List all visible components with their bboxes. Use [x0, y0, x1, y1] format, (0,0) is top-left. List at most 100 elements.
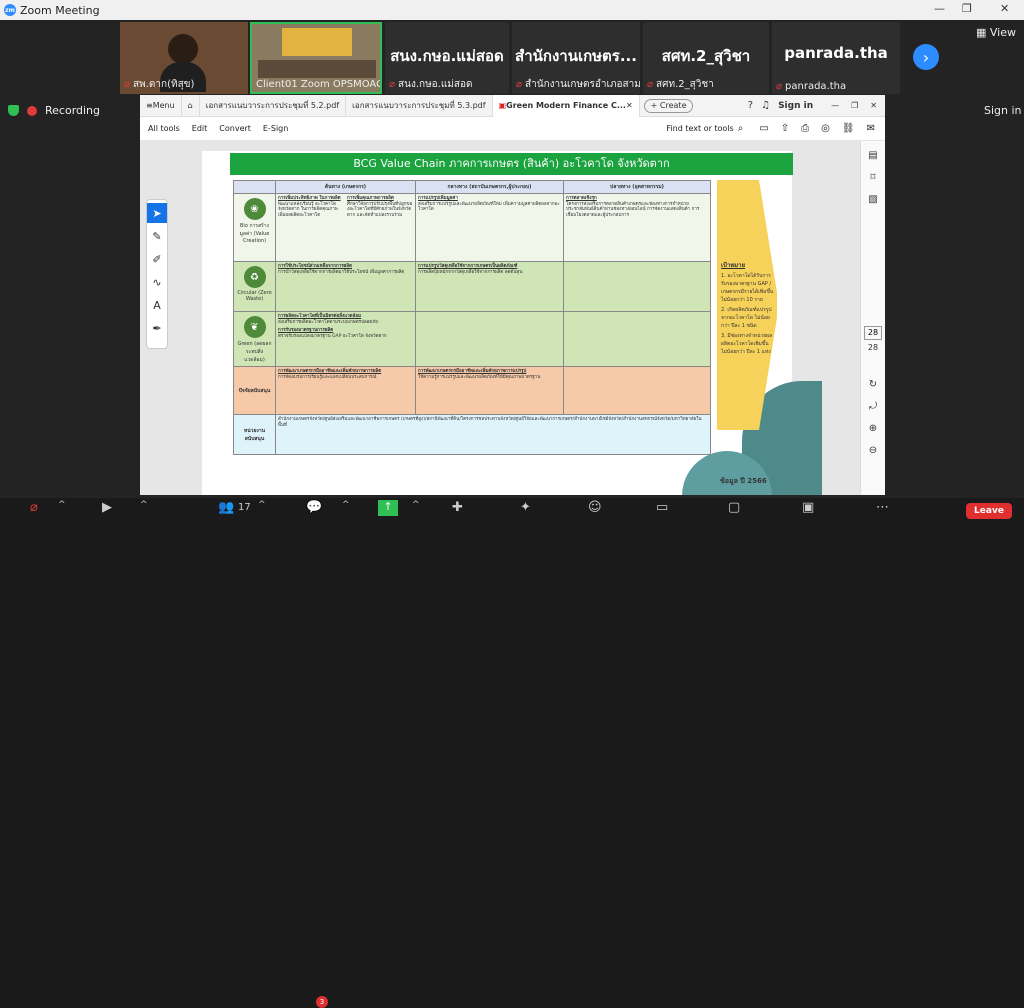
maximize-icon[interactable]: ❐ — [962, 2, 972, 15]
participant-tile-3[interactable]: สนง.กษอ.แม่สอด ⌀ สนง.กษอ.แม่สอด — [385, 22, 509, 94]
stamp-tool-icon[interactable]: ✒ — [147, 318, 167, 338]
page-number-input[interactable]: 28 — [864, 326, 882, 340]
window-restore-icon[interactable]: ❐ — [851, 101, 858, 110]
pdf-page: BCG Value Chain ภาคการเกษตร (สินค้า) อะโ… — [202, 151, 822, 495]
chat-icon[interactable]: 💬 — [306, 500, 322, 515]
ai-assistant-icon[interactable]: ◎ — [821, 123, 830, 134]
participant-name: Client01 Zoom OPSMOAC — [256, 79, 382, 90]
highlight-tool-icon[interactable]: ✐ — [147, 249, 167, 269]
help-icon[interactable]: ? — [748, 100, 753, 111]
quick-tools-bar: ➤ ✎ ✐ ∿ A ✒ — [146, 199, 168, 349]
text-tool-icon[interactable]: A — [147, 295, 167, 315]
find-tools-input[interactable]: Find text or tools — [666, 124, 733, 133]
chevron-up-icon[interactable]: ^ — [58, 500, 66, 510]
chevron-up-icon[interactable]: ^ — [412, 500, 420, 510]
row-label: หน่วยงานสนับสนุน — [233, 414, 276, 455]
bell-icon[interactable]: ♫ — [761, 100, 770, 111]
bcg-table: ต้นทาง (เกษตรกร) กลางทาง (สถาบันเกษตรกร,… — [233, 180, 711, 455]
leaf-icon: ❦ — [243, 316, 266, 338]
select-tool-icon[interactable]: ➤ — [147, 203, 167, 223]
shield-icon — [8, 105, 19, 116]
tab-doc-2[interactable]: เอกสารแนบวาระการประชุมที่ 5.3.pdf — [346, 94, 493, 117]
participants-icon[interactable]: 👥 — [218, 500, 234, 515]
row-label: ปัจจัยสนับสนุน — [233, 366, 276, 415]
participant-name: สนง.กษอ.แม่สอด — [398, 79, 473, 90]
header-downstream: ปลายทาง (อุตสาหกรรม) — [563, 180, 711, 194]
signin-button[interactable]: Sign in — [778, 101, 813, 111]
record-icon — [27, 105, 37, 116]
all-tools-button[interactable]: All tools — [148, 124, 180, 133]
edit-button[interactable]: Edit — [192, 124, 208, 133]
close-tab-icon[interactable]: ✕ — [626, 101, 633, 110]
next-participants-button[interactable]: › — [913, 44, 939, 70]
bookmark-icon[interactable]: ⌑ — [863, 169, 883, 185]
ai-companion-icon[interactable]: ✦ — [520, 500, 531, 515]
header-midstream: กลางทาง (สถาบันเกษตรกร,ผู้ประกอบ) — [415, 180, 564, 194]
participant-display-name: สำนักงานเกษตร... — [515, 47, 637, 65]
chevron-up-icon[interactable]: ^ — [140, 500, 148, 510]
rotate-icon[interactable]: ⤾ — [863, 398, 883, 414]
chevron-up-icon[interactable]: ^ — [342, 500, 350, 510]
participant-display-name: สนง.กษอ.แม่สอด — [390, 47, 504, 65]
participant-display-name: panrada.tha — [784, 44, 888, 62]
esign-button[interactable]: E-Sign — [263, 124, 288, 133]
notes-icon[interactable]: ▢ — [728, 500, 740, 515]
print-icon[interactable]: ⎙ — [801, 123, 809, 134]
zoom-out-icon[interactable]: ⊖ — [863, 442, 883, 458]
participant-display-name: สศท.2_สุวิชา — [661, 47, 751, 65]
draw-tool-icon[interactable]: ∿ — [147, 272, 167, 292]
comment-tool-icon[interactable]: ✎ — [147, 226, 167, 246]
chevron-up-icon[interactable]: ^ — [258, 500, 266, 510]
reactions-icon[interactable]: ☺ — [588, 500, 602, 515]
comments-icon[interactable]: ▤ — [863, 147, 883, 163]
tab-doc-1[interactable]: เอกสารแนบวาระการประชุมที่ 5.2.pdf — [200, 94, 347, 117]
mic-muted-icon[interactable]: ⌀ — [30, 500, 38, 515]
create-button[interactable]: + Create — [643, 98, 694, 113]
share-screen-icon[interactable]: ↑ — [378, 500, 398, 516]
search-icon[interactable]: ⌕ — [738, 123, 744, 134]
right-panel: ▤ ⌑ ▧ 28 28 ↻ ⤾ ⊕ ⊖ — [860, 141, 885, 495]
upload-icon[interactable]: ⇧ — [781, 123, 789, 134]
acrobat-toolbar: All tools Edit Convert E-Sign Find text … — [140, 117, 885, 141]
home-button[interactable]: ⌂ — [182, 94, 200, 117]
recording-indicator[interactable]: Recording — [8, 104, 100, 117]
close-icon[interactable]: ✕ — [1000, 2, 1009, 15]
row-circular: ♻ Circular (Zero Waste) การใช้ประโยชน์ส่ว… — [233, 261, 711, 312]
window-minimize-icon[interactable]: — — [831, 101, 839, 110]
link-icon[interactable]: ⛓ — [842, 123, 855, 134]
participant-tile-4[interactable]: สำนักงานเกษตร... ⌀ สำนักงานเกษตรอำเภอสาม.… — [512, 22, 640, 94]
participant-tile-1[interactable]: ⌀ สพ.ตาก(ทิสุข) — [120, 22, 248, 94]
mail-icon[interactable]: ✉ — [867, 123, 875, 134]
pages-icon[interactable]: ▧ — [863, 191, 883, 207]
minimize-icon[interactable]: — — [934, 2, 945, 15]
refresh-icon[interactable]: ↻ — [863, 376, 883, 392]
participant-tile-5[interactable]: สศท.2_สุวิชา ⌀ สศท.2_สุวิชา — [643, 22, 769, 94]
more-icon[interactable]: ⋯ — [876, 500, 889, 515]
captions-icon[interactable]: ▣ — [802, 500, 814, 515]
whiteboard-icon[interactable]: ▭ — [656, 500, 668, 515]
apps-icon[interactable]: ✚ — [452, 500, 463, 515]
mic-muted-icon: ⌀ — [389, 79, 396, 90]
row-label: Green (ลดผลกระทบสิ่งแวดล้อม) — [237, 341, 272, 363]
signin-link[interactable]: Sign in — [984, 104, 1022, 117]
participant-tile-6[interactable]: panrada.tha ⌀ panrada.tha — [772, 22, 900, 94]
view-button[interactable]: ▦ View — [976, 26, 1016, 39]
chevron-right-icon: › — [922, 47, 930, 67]
row-label: Bio การสร้างมูลค่า (Value Creation) — [239, 223, 270, 244]
tab-doc-3[interactable]: ▣ Green Modern Finance C... ✕ — [492, 94, 640, 117]
mic-muted-icon: ⌀ — [647, 79, 654, 90]
convert-button[interactable]: Convert — [219, 124, 251, 133]
participant-tile-2[interactable]: Client01 Zoom OPSMOAC — [250, 22, 382, 94]
zoom-in-icon[interactable]: ⊕ — [863, 420, 883, 436]
video-icon[interactable]: ▶ — [102, 500, 112, 515]
leave-button[interactable]: Leave — [966, 503, 1012, 519]
menu-button[interactable]: ≡ Menu — [140, 94, 182, 117]
window-title: Zoom Meeting — [20, 3, 100, 17]
save-icon[interactable]: ▭ — [759, 123, 768, 134]
participants-count: 17 — [238, 502, 251, 513]
meeting-room-table — [258, 60, 376, 78]
grid-icon: ▦ — [976, 26, 990, 39]
window-close-icon[interactable]: ✕ — [870, 101, 877, 110]
row-green: ❦ Green (ลดผลกระทบสิ่งแวดล้อม) การผลิตอะโ… — [233, 311, 711, 367]
window-titlebar: zm Zoom Meeting — ❐ ✕ — [0, 0, 1024, 20]
